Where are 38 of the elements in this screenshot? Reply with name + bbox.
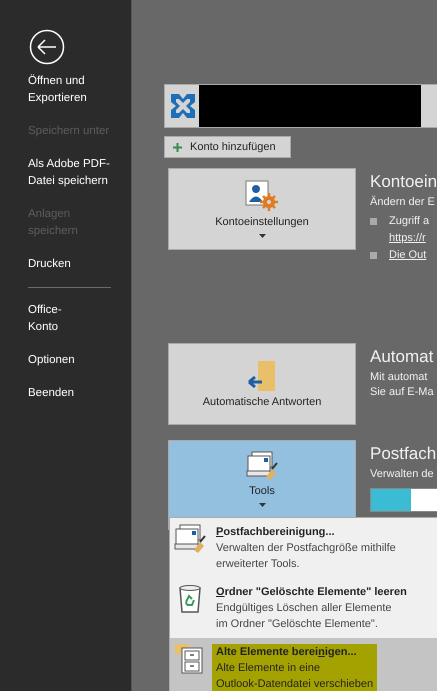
door-arrow-icon — [248, 360, 276, 392]
sidebar-item[interactable]: Office- Konto — [0, 302, 131, 336]
menu-item[interactable]: Ordner "Gelöschte Elemente" leeren Endgültiges Löschen aller Elemente im Ordner "Gelöschte Elemente". — [170, 578, 437, 638]
exchange-icon — [168, 91, 198, 121]
account-selector[interactable] — [164, 84, 437, 128]
menu-item[interactable]: Alte Elemente bereinigen... Alte Elemente in eine Outlook-Datendatei verschieben — [170, 638, 437, 691]
sidebar-item[interactable]: Drucken — [0, 256, 131, 273]
section-heading: Automat — [370, 347, 434, 367]
sidebar-item[interactable]: Öffnen und Exportieren — [0, 73, 131, 107]
user-gear-icon — [245, 180, 279, 212]
menu-item-title: Ordner "Gelöschte Elemente" leeren — [216, 586, 407, 598]
section-heading: Kontoein — [370, 172, 437, 192]
link[interactable]: Die Out — [389, 249, 426, 261]
recycle-bin-icon — [178, 584, 202, 614]
description-text: Verwalten de — [370, 467, 435, 482]
description-text: Sie auf E-Ma — [370, 385, 434, 400]
sidebar-item[interactable]: Als Adobe PDF- Datei speichern — [0, 156, 131, 190]
back-icon[interactable] — [29, 29, 65, 65]
sidebar-item[interactable]: Beenden — [0, 385, 131, 402]
bullet-icon — [370, 252, 377, 258]
description-text: Mit automat — [370, 370, 428, 385]
section-heading: Postfach — [370, 444, 437, 464]
sidebar-item[interactable]: Optionen — [0, 352, 131, 369]
menu-item-title: Alte Elemente bereinigen... — [216, 646, 358, 658]
mailbox-broom-icon — [246, 451, 278, 481]
link[interactable]: https://r — [389, 232, 426, 244]
bullet-icon — [370, 218, 377, 224]
bullet-text: Zugriff a — [389, 215, 430, 227]
add-account-button[interactable]: Konto hinzufügen — [164, 136, 291, 158]
description-text: Ändern der E — [370, 195, 436, 210]
tile-button[interactable]: Kontoeinstellungen — [168, 168, 356, 250]
menu-item-description: Verwalten der Postfachgröße mithilfe erweiterter Tools. — [216, 541, 396, 572]
menu-item-description: Endgültiges Löschen aller Elemente im Ordner "Gelöschte Elemente". — [216, 601, 393, 632]
plus-icon — [173, 142, 182, 152]
menu-item-description: Alte Elemente in eine Outlook-Datendatei verschieben — [216, 661, 374, 691]
file-cabinet-icon — [175, 644, 205, 674]
mailbox-broom-icon — [174, 524, 206, 554]
tile-button[interactable]: Automatische Antworten — [168, 343, 356, 425]
